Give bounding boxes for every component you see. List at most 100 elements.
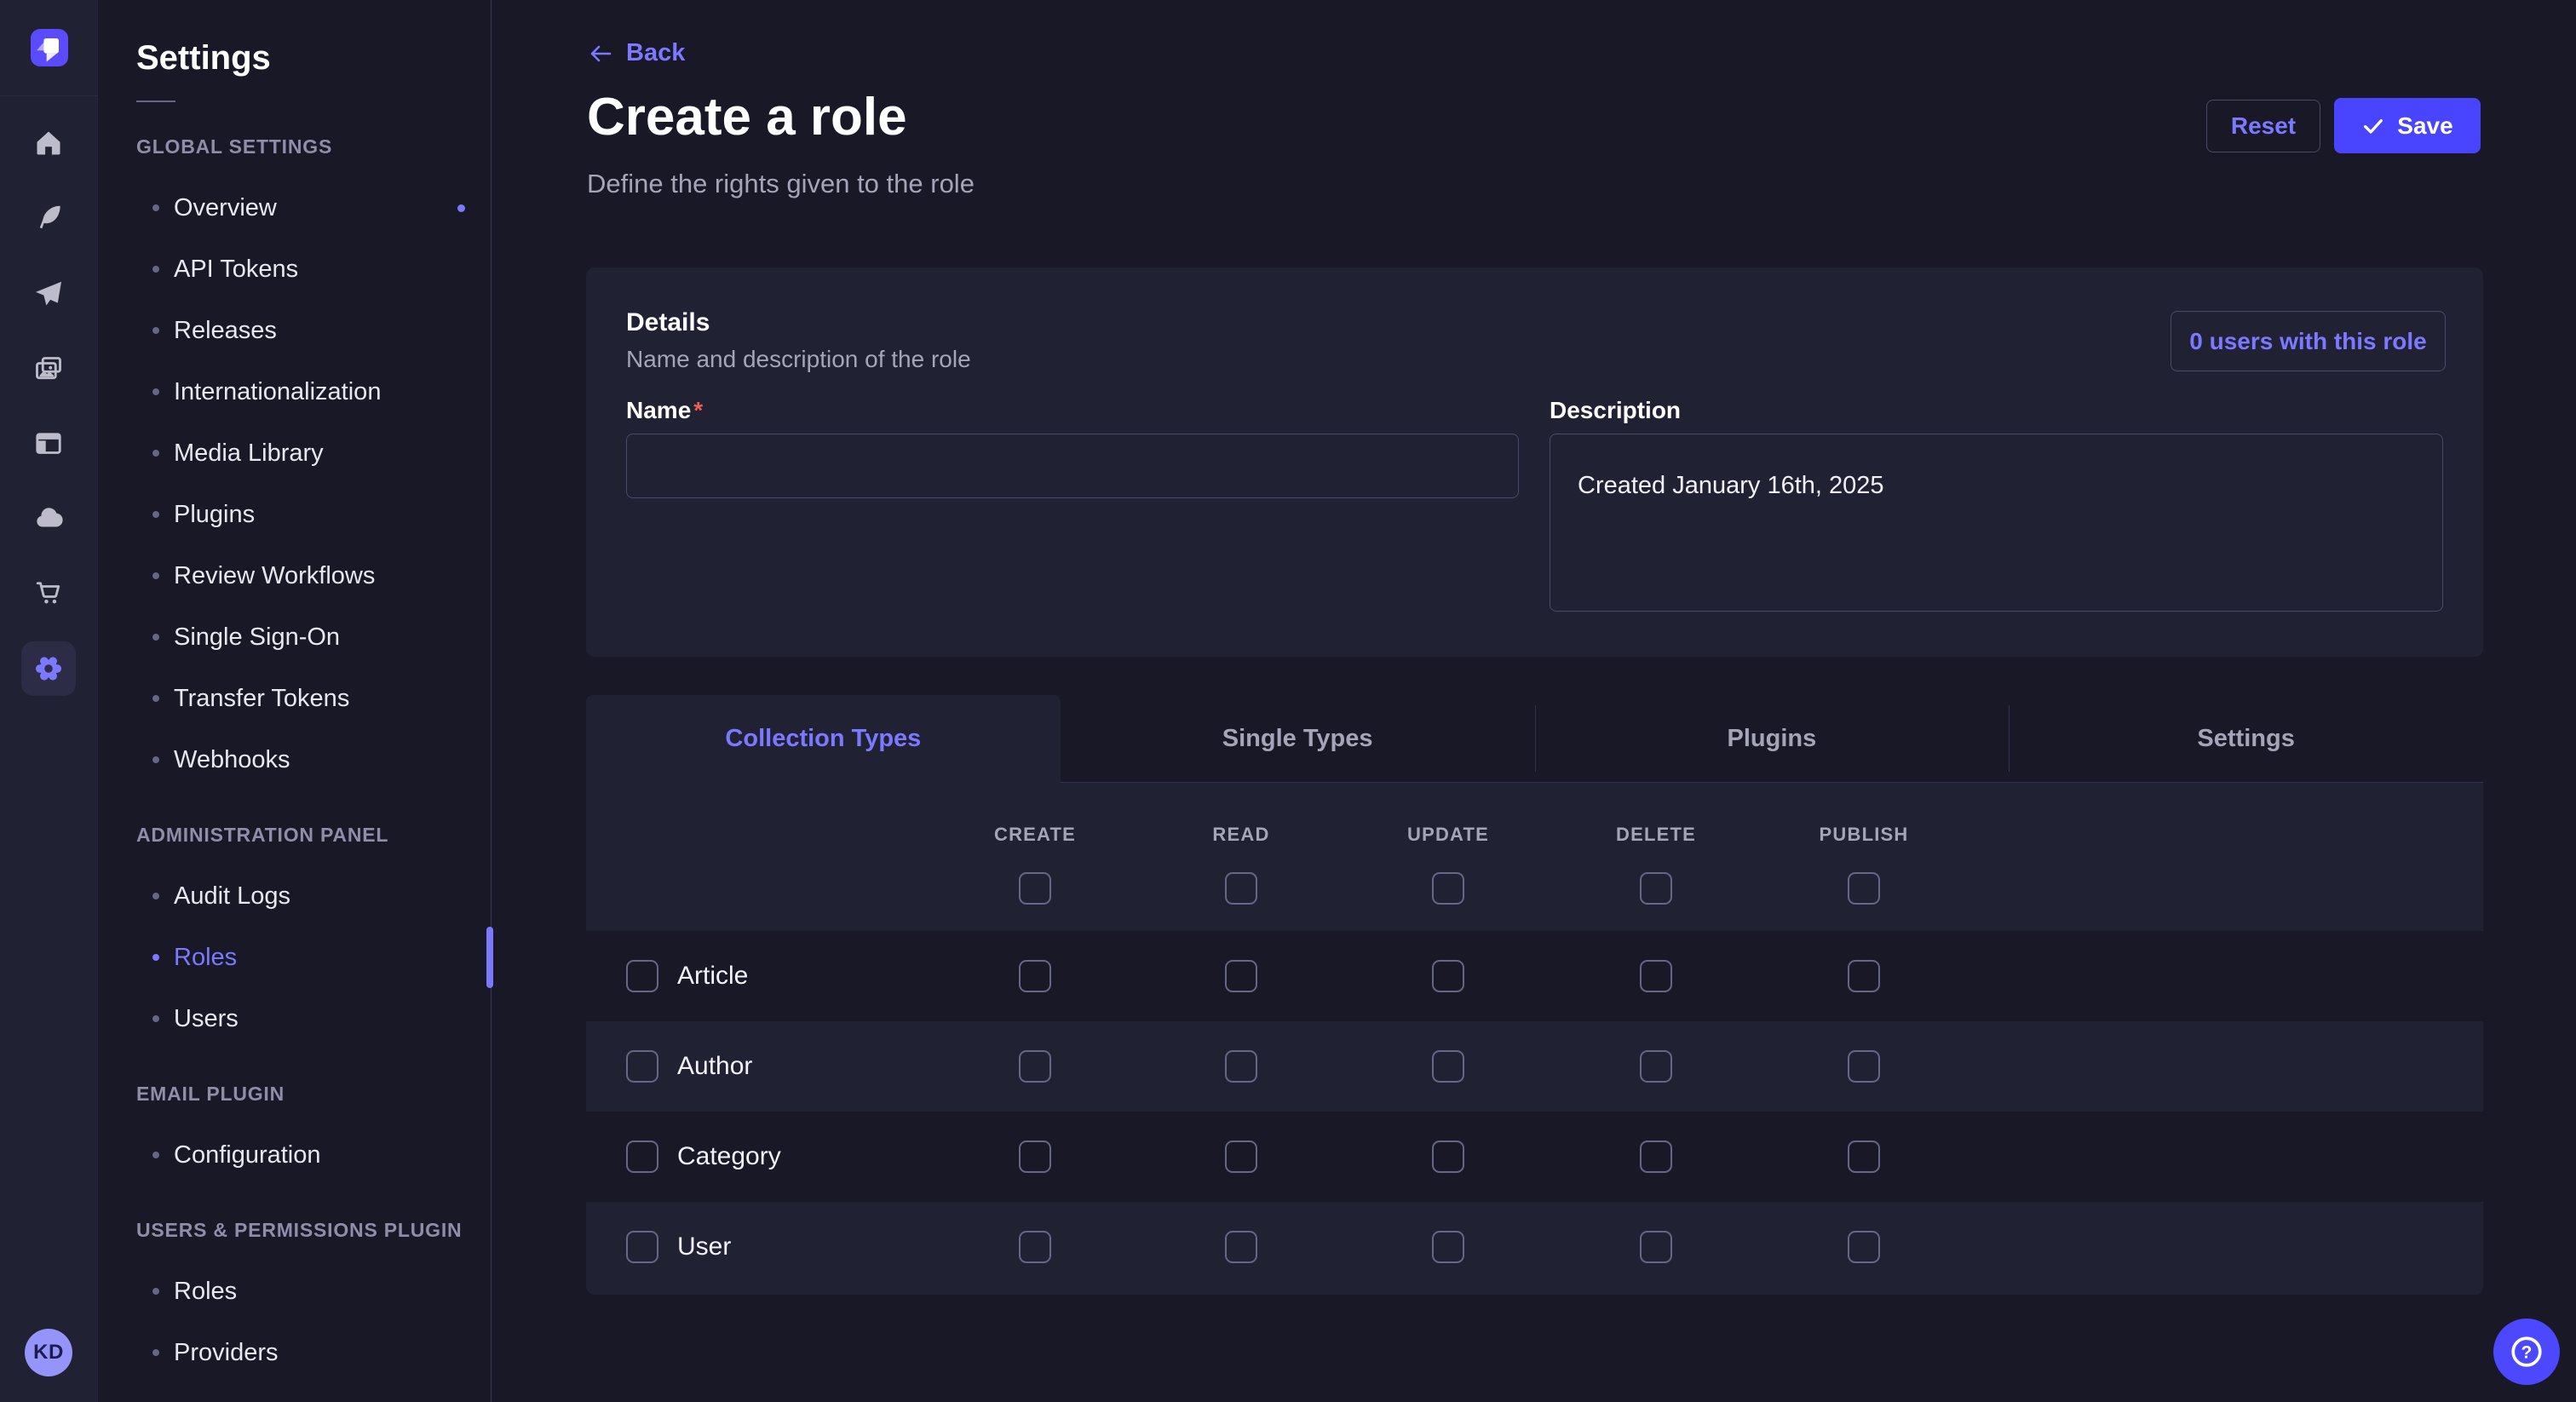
column-header-delete: DELETE bbox=[1571, 824, 1741, 846]
checkbox-category-create[interactable] bbox=[1019, 1141, 1051, 1173]
bullet-icon bbox=[152, 266, 159, 273]
column-header-publish: PUBLISH bbox=[1779, 824, 1949, 846]
bullet-icon bbox=[152, 1349, 159, 1356]
main-nav: KD bbox=[0, 0, 98, 1402]
sidebar-item-overview[interactable]: Overview bbox=[98, 177, 491, 238]
checkbox-category-delete[interactable] bbox=[1640, 1141, 1672, 1173]
checkbox-article-create[interactable] bbox=[1019, 960, 1051, 992]
bullet-icon bbox=[152, 756, 159, 763]
checkbox-user-publish[interactable] bbox=[1848, 1231, 1880, 1263]
users-with-role-button[interactable]: 0 users with this role bbox=[2171, 311, 2446, 371]
checkbox-user-delete[interactable] bbox=[1640, 1231, 1672, 1263]
sidebar-item-providers[interactable]: Providers bbox=[98, 1322, 491, 1383]
checkbox-row-category[interactable] bbox=[626, 1141, 658, 1173]
save-button[interactable]: Save bbox=[2334, 98, 2481, 153]
home-icon[interactable] bbox=[25, 119, 72, 167]
settings-gear-icon[interactable] bbox=[21, 641, 76, 696]
sidebar-item-label: Webhooks bbox=[174, 746, 290, 774]
checkbox-row-user[interactable] bbox=[626, 1231, 658, 1263]
checkbox-category-update[interactable] bbox=[1432, 1141, 1464, 1173]
strapi-admin: { "colors": { "accent": "#4945ff", "link… bbox=[0, 0, 2576, 1402]
description-textarea[interactable]: Created January 16th, 2025 bbox=[1550, 434, 2443, 612]
sidebar-item-releases[interactable]: Releases bbox=[98, 300, 491, 361]
sidebar-item-up-roles[interactable]: Roles bbox=[98, 1261, 491, 1322]
sidebar-item-internationalization[interactable]: Internationalization bbox=[98, 361, 491, 422]
details-card: Details Name and description of the role… bbox=[586, 267, 2483, 657]
checkbox-article-delete[interactable] bbox=[1640, 960, 1672, 992]
active-indicator bbox=[486, 927, 493, 988]
checkbox-author-update[interactable] bbox=[1432, 1050, 1464, 1083]
sidebar-item-api-tokens[interactable]: API Tokens bbox=[98, 238, 491, 300]
sidebar-item-webhooks[interactable]: Webhooks bbox=[98, 729, 491, 790]
section-administration-panel: ADMINISTRATION PANEL Audit Logs Roles Us… bbox=[98, 804, 491, 1049]
sidebar-item-label: Transfer Tokens bbox=[174, 685, 349, 713]
reset-button[interactable]: Reset bbox=[2206, 100, 2320, 152]
checkbox-all-read[interactable] bbox=[1225, 872, 1257, 905]
checkbox-all-update[interactable] bbox=[1432, 872, 1464, 905]
cloud-icon[interactable] bbox=[25, 494, 72, 542]
sidebar-item-configuration[interactable]: Configuration bbox=[98, 1124, 491, 1186]
title-divider bbox=[136, 101, 175, 102]
section-label: ADMINISTRATION PANEL bbox=[98, 804, 491, 865]
checkbox-all-publish[interactable] bbox=[1848, 872, 1880, 905]
checkbox-article-read[interactable] bbox=[1225, 960, 1257, 992]
user-avatar[interactable]: KD bbox=[25, 1329, 72, 1376]
sidebar-item-single-sign-on[interactable]: Single Sign-On bbox=[98, 606, 491, 668]
details-subtitle: Name and description of the role bbox=[626, 346, 971, 373]
sidebar-item-label: Media Library bbox=[174, 440, 324, 468]
tab-collection-types[interactable]: Collection Types bbox=[586, 695, 1061, 783]
checkbox-row-article[interactable] bbox=[626, 960, 658, 992]
row-label: Category bbox=[677, 1112, 781, 1202]
sidebar-item-plugins[interactable]: Plugins bbox=[98, 484, 491, 545]
required-marker: * bbox=[693, 397, 703, 423]
name-input[interactable] bbox=[626, 434, 1519, 498]
checkbox-author-delete[interactable] bbox=[1640, 1050, 1672, 1083]
table-row-author: Author bbox=[586, 1021, 2483, 1112]
pen-icon[interactable] bbox=[25, 193, 72, 241]
section-users-permissions-plugin: USERS & PERMISSIONS PLUGIN Roles Provide… bbox=[98, 1199, 491, 1383]
tab-plugins[interactable]: Plugins bbox=[1535, 695, 2010, 783]
sidebar-item-users[interactable]: Users bbox=[98, 988, 491, 1049]
tab-settings[interactable]: Settings bbox=[2009, 695, 2483, 783]
checkbox-article-update[interactable] bbox=[1432, 960, 1464, 992]
checkbox-category-read[interactable] bbox=[1225, 1141, 1257, 1173]
checkbox-all-create[interactable] bbox=[1019, 872, 1051, 905]
tab-single-types[interactable]: Single Types bbox=[1061, 695, 1535, 783]
section-label: EMAIL PLUGIN bbox=[98, 1063, 491, 1124]
checkbox-user-update[interactable] bbox=[1432, 1231, 1464, 1263]
section-global-settings: GLOBAL SETTINGS Overview API Tokens Rele… bbox=[98, 116, 491, 790]
sidebar-item-audit-logs[interactable]: Audit Logs bbox=[98, 865, 491, 927]
checkbox-row-author[interactable] bbox=[626, 1050, 658, 1083]
checkbox-user-create[interactable] bbox=[1019, 1231, 1051, 1263]
media-library-icon[interactable] bbox=[25, 346, 72, 394]
paper-plane-icon[interactable] bbox=[25, 270, 72, 318]
sidebar-item-label: Audit Logs bbox=[174, 882, 290, 911]
checkbox-category-publish[interactable] bbox=[1848, 1141, 1880, 1173]
sidebar-item-roles-active[interactable]: Roles bbox=[98, 927, 491, 988]
cart-icon[interactable] bbox=[25, 569, 72, 617]
layout-icon[interactable] bbox=[25, 420, 72, 468]
checkbox-author-create[interactable] bbox=[1019, 1050, 1051, 1083]
back-link[interactable]: Back bbox=[587, 39, 685, 67]
sidebar-item-transfer-tokens[interactable]: Transfer Tokens bbox=[98, 668, 491, 729]
sidebar-item-review-workflows[interactable]: Review Workflows bbox=[98, 545, 491, 606]
section-label: USERS & PERMISSIONS PLUGIN bbox=[98, 1199, 491, 1261]
sidebar-item-label: Configuration bbox=[174, 1141, 321, 1169]
details-title: Details bbox=[626, 308, 710, 337]
checkbox-all-delete[interactable] bbox=[1640, 872, 1672, 905]
section-email-plugin: EMAIL PLUGIN Configuration bbox=[98, 1063, 491, 1186]
name-label: Name* bbox=[626, 397, 703, 424]
sidebar-item-media-library[interactable]: Media Library bbox=[98, 422, 491, 484]
sidebar-item-label: Plugins bbox=[174, 501, 255, 529]
bullet-icon bbox=[152, 1288, 159, 1295]
bullet-icon bbox=[152, 511, 159, 518]
checkbox-author-publish[interactable] bbox=[1848, 1050, 1880, 1083]
table-row-category: Category bbox=[586, 1112, 2483, 1202]
checkbox-article-publish[interactable] bbox=[1848, 960, 1880, 992]
help-button[interactable]: ? bbox=[2493, 1319, 2560, 1385]
checkbox-user-read[interactable] bbox=[1225, 1231, 1257, 1263]
strapi-logo-icon[interactable] bbox=[31, 29, 68, 66]
checkbox-author-read[interactable] bbox=[1225, 1050, 1257, 1083]
bullet-icon bbox=[152, 204, 159, 211]
sidebar-item-label: Roles bbox=[174, 944, 237, 972]
